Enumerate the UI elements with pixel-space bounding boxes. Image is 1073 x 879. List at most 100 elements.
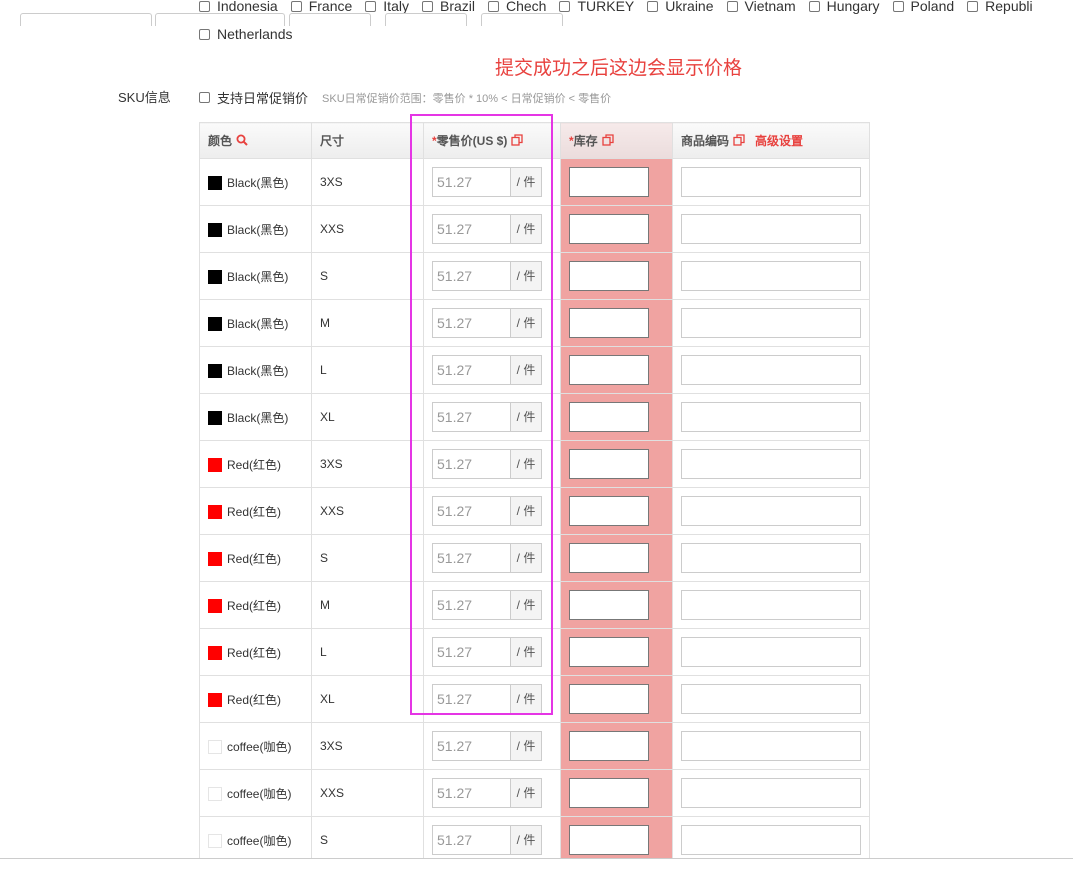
price-value: 51.27 [437, 221, 473, 237]
bottom-tab[interactable] [385, 13, 467, 26]
stock-cell [560, 628, 673, 676]
header-code: 商品编码 高级设置 [672, 122, 870, 159]
price-input[interactable]: 51.27 / 件 [432, 449, 542, 479]
color-swatch [208, 551, 222, 566]
country-checkbox[interactable] [647, 0, 659, 12]
stock-input[interactable] [569, 355, 649, 385]
stock-input[interactable] [569, 261, 649, 291]
search-icon[interactable] [236, 133, 248, 148]
sku-row: Black(黑色) M 51.27 / 件 [199, 299, 870, 347]
country-checkbox[interactable] [199, 28, 210, 40]
sku-code-input[interactable] [681, 684, 861, 714]
country-label: Netherlands [217, 26, 293, 42]
price-input[interactable]: 51.27 / 件 [432, 778, 542, 808]
price-input[interactable]: 51.27 / 件 [432, 496, 542, 526]
stock-input[interactable] [569, 167, 649, 197]
stock-cell [560, 675, 673, 723]
code-cell [672, 816, 870, 864]
stock-input[interactable] [569, 543, 649, 573]
country-option[interactable]: Poland [892, 0, 954, 14]
country-checkbox[interactable] [488, 0, 499, 12]
sku-code-input[interactable] [681, 637, 861, 667]
sku-row: Red(红色) XL 51.27 / 件 [199, 675, 870, 723]
price-input[interactable]: 51.27 / 件 [432, 637, 542, 667]
bottom-tab[interactable] [289, 13, 371, 26]
sku-code-input[interactable] [681, 778, 861, 808]
country-checkbox[interactable] [365, 0, 377, 12]
bottom-tab[interactable] [481, 13, 563, 26]
color-swatch [208, 457, 222, 472]
sku-code-input[interactable] [681, 590, 861, 620]
sku-code-input[interactable] [681, 496, 861, 526]
country-option[interactable]: Chech [488, 0, 546, 14]
stock-input[interactable] [569, 731, 649, 761]
country-label: Indonesia [217, 0, 278, 14]
country-option[interactable]: TURKEY [559, 0, 634, 14]
code-cell [672, 722, 870, 770]
sku-code-input[interactable] [681, 731, 861, 761]
country-checkbox[interactable] [967, 0, 979, 12]
country-checkbox[interactable] [726, 0, 738, 12]
copy-icon[interactable] [733, 133, 745, 148]
country-checkbox[interactable] [199, 0, 210, 12]
price-input[interactable]: 51.27 / 件 [432, 355, 542, 385]
price-cell: 51.27 / 件 [423, 722, 561, 770]
price-unit: / 件 [510, 638, 541, 666]
price-input[interactable]: 51.27 / 件 [432, 590, 542, 620]
sku-code-input[interactable] [681, 449, 861, 479]
country-option[interactable]: Ukraine [647, 0, 714, 14]
country-option[interactable]: Italy [365, 0, 409, 14]
promo-checkbox-label[interactable]: 支持日常促销价 [217, 88, 308, 107]
stock-input[interactable] [569, 449, 649, 479]
price-input[interactable]: 51.27 / 件 [432, 825, 542, 855]
code-cell [672, 299, 870, 347]
sku-code-input[interactable] [681, 308, 861, 338]
stock-input[interactable] [569, 402, 649, 432]
sku-code-input[interactable] [681, 543, 861, 573]
country-option[interactable]: France [290, 0, 353, 14]
country-option[interactable]: Vietnam [726, 0, 796, 14]
sku-code-input[interactable] [681, 214, 861, 244]
price-input[interactable]: 51.27 / 件 [432, 543, 542, 573]
size-name: XXS [320, 504, 345, 518]
country-checkbox[interactable] [290, 0, 302, 12]
country-checkbox[interactable] [892, 0, 904, 12]
country-option[interactable]: Republi [967, 0, 1033, 14]
stock-input[interactable] [569, 825, 649, 855]
price-input[interactable]: 51.27 / 件 [432, 308, 542, 338]
country-option[interactable]: Indonesia [199, 0, 278, 14]
stock-input[interactable] [569, 637, 649, 667]
price-input[interactable]: 51.27 / 件 [432, 402, 542, 432]
stock-input[interactable] [569, 590, 649, 620]
sku-code-input[interactable] [681, 167, 861, 197]
country-checkbox[interactable] [421, 0, 433, 12]
country-option[interactable]: Netherlands [199, 26, 293, 42]
sku-code-input[interactable] [681, 825, 861, 855]
color-name: Black(黑色) [227, 410, 289, 425]
color-swatch [208, 692, 222, 707]
price-input[interactable]: 51.27 / 件 [432, 167, 542, 197]
country-option[interactable]: Brazil [421, 0, 475, 14]
sku-code-input[interactable] [681, 355, 861, 385]
stock-input[interactable] [569, 778, 649, 808]
stock-input[interactable] [569, 684, 649, 714]
price-input[interactable]: 51.27 / 件 [432, 684, 542, 714]
bottom-tab[interactable] [20, 13, 152, 26]
promo-checkbox[interactable] [199, 92, 210, 103]
country-option[interactable]: Hungary [808, 0, 880, 14]
country-checkbox[interactable] [559, 0, 571, 12]
country-label: France [308, 0, 353, 14]
country-checkbox[interactable] [808, 0, 820, 12]
stock-input[interactable] [569, 496, 649, 526]
bottom-tab[interactable] [155, 13, 285, 26]
stock-input[interactable] [569, 214, 649, 244]
price-input[interactable]: 51.27 / 件 [432, 261, 542, 291]
advanced-settings-link[interactable]: 高级设置 [755, 134, 803, 148]
copy-icon[interactable] [511, 133, 523, 148]
price-input[interactable]: 51.27 / 件 [432, 214, 542, 244]
sku-code-input[interactable] [681, 261, 861, 291]
copy-icon[interactable] [602, 133, 614, 148]
price-input[interactable]: 51.27 / 件 [432, 731, 542, 761]
sku-code-input[interactable] [681, 402, 861, 432]
stock-input[interactable] [569, 308, 649, 338]
